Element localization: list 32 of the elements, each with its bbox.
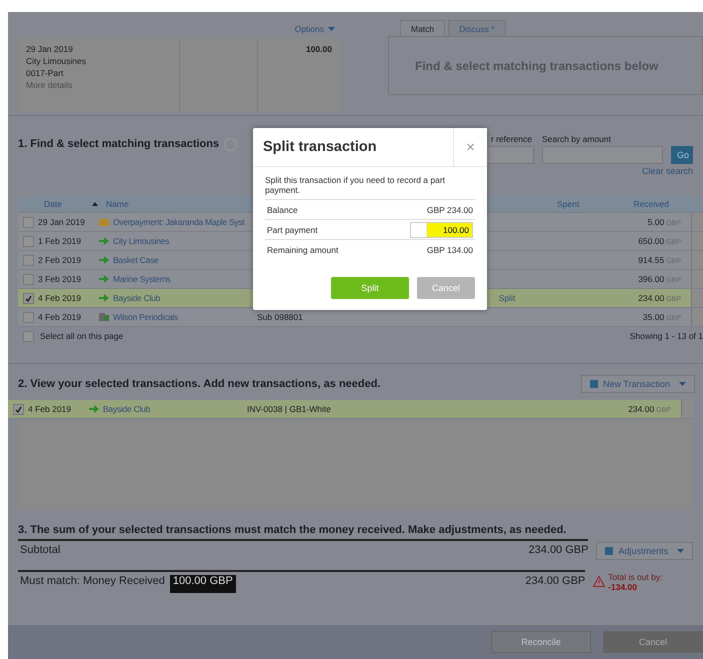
date-cell-text: 1 Feb 2019 [38, 236, 82, 246]
date-cell-text: 4 Feb 2019 [38, 293, 82, 303]
dialog-description: Split this transaction if you need to record a part payment. [265, 175, 446, 195]
statement-payee: City Limousines [26, 56, 87, 66]
section-title: 2. View your selected transactions. Add new transactions, as needed. [18, 377, 381, 392]
date-cell-text: 4 Feb 2019 [38, 312, 82, 322]
subtotal-label: Subtotal [20, 544, 60, 558]
search-label: Search by amount [542, 134, 612, 144]
pagination-text: Showing 1 - 13 of 1 [630, 331, 703, 341]
statement-date: 29 Jan 2019 [26, 44, 74, 54]
date-cell-text: 4 Feb 2019 [28, 404, 72, 414]
search-label: r reference [490, 134, 533, 144]
line-label: Remaining amount [267, 244, 338, 254]
statement-reference: 0017-Part [26, 68, 64, 78]
line-label: Balance [267, 204, 298, 214]
section-title: 3. The sum of your selected transactions must match the money received. Make adjustments, as needed. [18, 524, 568, 536]
statement-amount: 100.00 [306, 44, 332, 54]
subtotal-value: 234.00 GBP [528, 544, 588, 558]
line-value: GBP 134.00 [426, 244, 473, 254]
date-cell-text: 2 Feb 2019 [38, 255, 82, 265]
warning-text: Total is out by: -134.00 [608, 572, 664, 592]
money-received-badge: 100.00 GBP [170, 575, 236, 593]
section-title: 1. Find & select matching transactions [18, 138, 220, 150]
reference-cell: Sub 098801 [257, 312, 303, 322]
match-total: 234.00 GBP [525, 575, 586, 589]
must-match-label: Must match: Money Received [20, 575, 165, 589]
line-label: Part payment [267, 224, 318, 234]
reference-cell: INV-0038 | GB1-White [247, 404, 331, 414]
line-value: GBP 234.00 [426, 204, 473, 214]
dialog-title: Split transaction [263, 139, 377, 155]
date-cell-text: 29 Jan 2019 [38, 217, 86, 227]
date-cell-text: 3 Feb 2019 [38, 274, 82, 284]
